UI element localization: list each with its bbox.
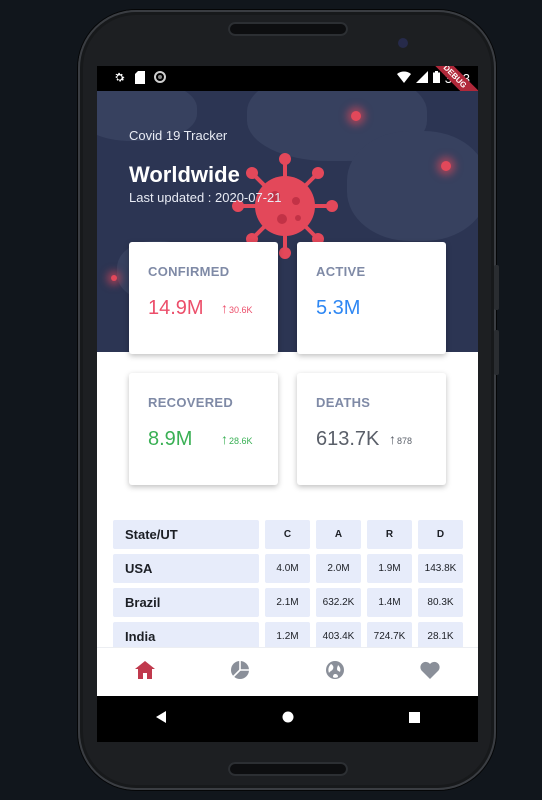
delta-value: 30.6K [229, 305, 253, 315]
nav-favorites[interactable] [410, 652, 450, 692]
card-label: CONFIRMED [148, 264, 230, 279]
country-table: State/UT C A R D USA 4.0M 2.0M 1.9M 143.… [113, 520, 463, 656]
region-title: Worldwide [129, 162, 240, 187]
hotspot-dot [441, 161, 451, 171]
header-recovered[interactable]: R [367, 520, 412, 549]
card-label: ACTIVE [316, 264, 366, 279]
wifi-icon [396, 71, 411, 86]
table-row[interactable]: Brazil 2.1M 632.2K 1.4M 80.3K [113, 588, 463, 617]
arrow-up-icon: ↑ [221, 300, 228, 316]
front-camera [398, 38, 408, 48]
app-screen: 3:23 DEBUG [97, 66, 478, 696]
card-value: 8.9M [148, 428, 193, 450]
battery-icon [432, 71, 440, 86]
row-recovered: 1.4M [367, 588, 412, 617]
row-name: USA [113, 554, 259, 583]
globe-icon [325, 660, 345, 685]
row-active: 632.2K [316, 588, 361, 617]
nav-home[interactable] [125, 652, 165, 692]
header-deaths[interactable]: D [418, 520, 463, 549]
hotspot-dot [351, 111, 361, 121]
volume-button [494, 265, 499, 310]
row-deaths: 80.3K [418, 588, 463, 617]
card-value: 5.3M [316, 297, 361, 319]
table-header-row: State/UT C A R D [113, 520, 463, 549]
card-delta: ↑ 28.6K [221, 432, 253, 446]
header-confirmed[interactable]: C [265, 520, 310, 549]
hotspot-dot [111, 275, 117, 281]
app-title: Covid 19 Tracker [129, 128, 228, 143]
header-active[interactable]: A [316, 520, 361, 549]
system-navigation-bar [97, 696, 478, 742]
delta-value: 878 [397, 436, 413, 446]
back-icon[interactable] [155, 710, 167, 728]
settings-icon [113, 71, 126, 87]
world-map-shape [347, 131, 478, 241]
active-card[interactable]: ACTIVE 5.3M [297, 242, 446, 354]
sync-icon [154, 71, 166, 86]
row-recovered: 1.9M [367, 554, 412, 583]
card-value: 613.7K [316, 428, 380, 450]
card-delta: ↑ 30.6K [221, 301, 253, 315]
recents-icon[interactable] [409, 710, 421, 728]
nav-stats[interactable] [220, 652, 260, 692]
arrow-up-icon: ↑ [389, 431, 396, 447]
bottom-navigation [97, 647, 478, 696]
top-speaker [228, 22, 348, 36]
table-row[interactable]: USA 4.0M 2.0M 1.9M 143.8K [113, 554, 463, 583]
arrow-up-icon: ↑ [221, 431, 228, 447]
header-state[interactable]: State/UT [113, 520, 259, 549]
card-delta: ↑ 878 [389, 432, 412, 446]
bottom-speaker [228, 762, 348, 776]
sd-card-icon [135, 70, 145, 87]
power-button [494, 330, 499, 375]
recovered-card[interactable]: RECOVERED 8.9M ↑ 28.6K [129, 373, 278, 485]
row-deaths: 143.8K [418, 554, 463, 583]
heart-icon [420, 661, 440, 684]
nav-countries[interactable] [315, 652, 355, 692]
deaths-card[interactable]: DEATHS 613.7K ↑ 878 [297, 373, 446, 485]
status-bar: 3:23 DEBUG [97, 66, 478, 113]
row-confirmed: 4.0M [265, 554, 310, 583]
confirmed-card[interactable]: CONFIRMED 14.9M ↑ 30.6K [129, 242, 278, 354]
row-active: 2.0M [316, 554, 361, 583]
signal-icon [415, 71, 428, 86]
card-value: 14.9M [148, 297, 204, 319]
row-confirmed: 2.1M [265, 588, 310, 617]
home-icon [134, 660, 155, 684]
last-updated: Last updated : 2020-07-21 [129, 190, 282, 205]
card-label: DEATHS [316, 395, 371, 410]
delta-value: 28.6K [229, 436, 253, 446]
row-name: Brazil [113, 588, 259, 617]
pie-chart-icon [230, 660, 250, 685]
home-circle-icon[interactable] [282, 710, 294, 728]
card-label: RECOVERED [148, 395, 234, 410]
